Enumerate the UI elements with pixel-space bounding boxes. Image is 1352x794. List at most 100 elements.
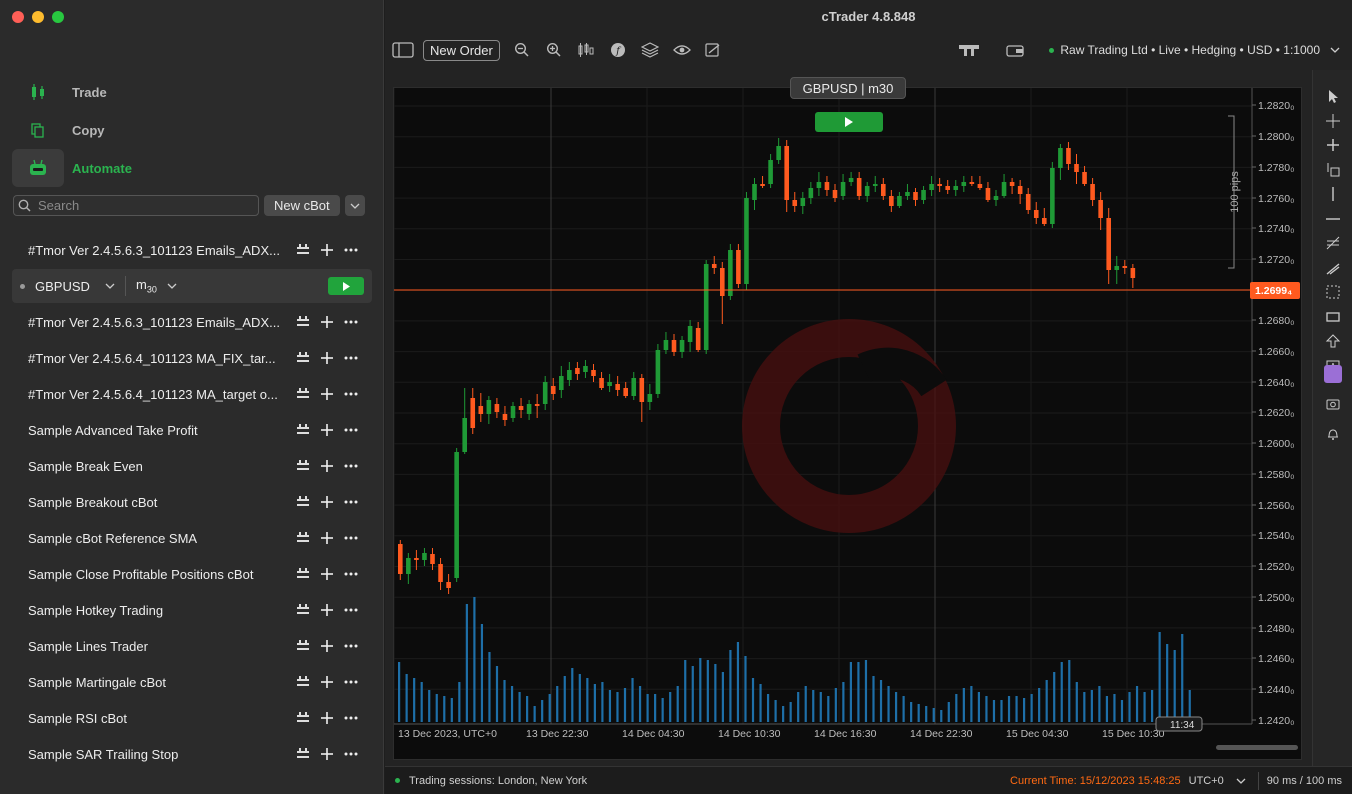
cbot-run-settings-icon[interactable]: [296, 495, 310, 509]
new-order-button[interactable]: New Order: [423, 39, 500, 61]
cbot-run-settings-icon[interactable]: [296, 315, 310, 329]
indicators-button[interactable]: f: [606, 39, 630, 61]
cbot-row[interactable]: Sample Advanced Take Profit: [12, 412, 372, 448]
more-options-icon[interactable]: [344, 711, 358, 725]
add-instance-icon[interactable]: [320, 639, 334, 653]
more-options-icon[interactable]: [344, 387, 358, 401]
cbot-run-settings-icon[interactable]: [296, 351, 310, 365]
add-instance-icon[interactable]: [320, 495, 334, 509]
zoom-out-button[interactable]: [510, 39, 534, 61]
cbot-row[interactable]: Sample Breakout cBot: [12, 484, 372, 520]
nav-automate[interactable]: Automate: [12, 149, 372, 187]
add-instance-icon[interactable]: [320, 423, 334, 437]
add-instance-icon[interactable]: [320, 711, 334, 725]
chart-type-button[interactable]: [574, 39, 598, 61]
price-chart[interactable]: 100 pips 1.2820₀ 1.2800₀ 1.2780₀ 1.2760₀ 1.27…: [393, 87, 1302, 760]
cbot-row[interactable]: #Tmor Ver 2.4.5.6.4_101123 MA_target o..…: [12, 376, 372, 412]
more-options-icon[interactable]: [344, 531, 358, 545]
more-options-icon[interactable]: [344, 603, 358, 617]
cbot-run-settings-icon[interactable]: [296, 387, 310, 401]
more-options-icon[interactable]: [344, 747, 358, 761]
add-instance-icon[interactable]: [320, 387, 334, 401]
more-options-icon[interactable]: [344, 495, 358, 509]
more-options-icon[interactable]: [344, 459, 358, 473]
nav-copy[interactable]: Copy: [12, 111, 372, 149]
more-options-icon[interactable]: [344, 351, 358, 365]
tool-rectangle[interactable]: [1313, 305, 1352, 329]
cbot-run-settings-icon[interactable]: [296, 567, 310, 581]
add-instance-icon[interactable]: [320, 567, 334, 581]
close-window-button[interactable]: [12, 11, 24, 23]
tool-horizontal-line[interactable]: [1313, 207, 1352, 231]
minimize-window-button[interactable]: [32, 11, 44, 23]
tool-magnet[interactable]: [1313, 133, 1352, 157]
cbot-row[interactable]: Sample Lines Trader: [12, 628, 372, 664]
chart-symbol-tag[interactable]: GBPUSD | m30: [790, 77, 906, 99]
new-cbot-button[interactable]: New cBot: [264, 195, 340, 216]
cbot-run-settings-icon[interactable]: [296, 747, 310, 761]
add-instance-icon[interactable]: [320, 747, 334, 761]
cbot-row[interactable]: Sample cBot Reference SMA: [12, 520, 372, 556]
cbot-run-settings-icon[interactable]: [296, 423, 310, 437]
instance-timeframe[interactable]: m30: [136, 277, 157, 295]
timezone-selector[interactable]: UTC+0: [1189, 775, 1224, 787]
chart-settings-button[interactable]: [702, 39, 726, 61]
start-instance-button[interactable]: [328, 277, 364, 295]
visibility-button[interactable]: [670, 39, 694, 61]
nav-trade[interactable]: Trade: [12, 73, 372, 111]
cbot-run-settings-icon[interactable]: [296, 711, 310, 725]
cbot-row[interactable]: #Tmor Ver 2.4.5.6.4_101123 MA_FIX_tar...: [12, 340, 372, 376]
chart-canvas[interactable]: 100 pips 1.2820₀ 1.2800₀ 1.2780₀ 1.2760₀ 1.27…: [393, 88, 1303, 761]
tool-zoom-area[interactable]: [1313, 158, 1352, 182]
layers-button[interactable]: [638, 39, 662, 61]
tool-vertical-line[interactable]: [1313, 182, 1352, 206]
tool-arrow-up[interactable]: [1313, 329, 1352, 353]
wallet-button[interactable]: [1003, 39, 1027, 61]
chart-start-cbot-button[interactable]: [815, 112, 883, 132]
cbot-row[interactable]: #Tmor Ver 2.4.5.6.3_101123 Emails_ADX...: [12, 304, 372, 340]
cbot-run-settings-icon[interactable]: [296, 639, 310, 653]
add-instance-icon[interactable]: [320, 243, 334, 257]
zoom-window-button[interactable]: [52, 11, 64, 23]
more-options-icon[interactable]: [344, 315, 358, 329]
new-cbot-dropdown[interactable]: [344, 195, 365, 216]
add-instance-icon[interactable]: [320, 315, 334, 329]
chart-scrollbar[interactable]: [1216, 745, 1298, 750]
more-options-icon[interactable]: [344, 243, 358, 257]
add-instance-icon[interactable]: [320, 351, 334, 365]
more-options-icon[interactable]: [344, 423, 358, 437]
tool-fibonacci[interactable]: [1313, 231, 1352, 255]
more-options-icon[interactable]: [344, 639, 358, 653]
cbot-run-settings-icon[interactable]: [296, 243, 310, 257]
more-options-icon[interactable]: [344, 567, 358, 581]
cbot-run-settings-icon[interactable]: [296, 459, 310, 473]
add-instance-icon[interactable]: [320, 459, 334, 473]
tool-cursor[interactable]: [1313, 84, 1352, 108]
account-selector[interactable]: Raw Trading Ltd • Live • Hedging • USD •…: [1049, 43, 1340, 57]
cbot-row[interactable]: Sample Hotkey Trading: [12, 592, 372, 628]
instance-symbol[interactable]: GBPUSD: [35, 279, 105, 294]
chevron-down-icon[interactable]: [1236, 778, 1246, 784]
cbot-row[interactable]: Sample Break Even: [12, 448, 372, 484]
zoom-in-button[interactable]: [542, 39, 566, 61]
toggle-sidebar-button[interactable]: [391, 39, 415, 61]
cbot-instance[interactable]: GBPUSD m30: [12, 269, 372, 303]
add-instance-icon[interactable]: [320, 675, 334, 689]
tool-grid[interactable]: [1313, 280, 1352, 304]
tool-bell[interactable]: [1313, 422, 1352, 446]
cbot-row[interactable]: Sample RSI cBot: [12, 700, 372, 736]
tool-camera[interactable]: [1313, 392, 1352, 416]
tradewatch-button[interactable]: [957, 39, 981, 61]
tool-crosshair[interactable]: [1313, 109, 1352, 133]
more-options-icon[interactable]: [344, 675, 358, 689]
cbot-run-settings-icon[interactable]: [296, 603, 310, 617]
add-instance-icon[interactable]: [320, 603, 334, 617]
tool-trendline[interactable]: [1313, 256, 1352, 280]
tool-color[interactable]: [1313, 362, 1352, 386]
cbot-run-settings-icon[interactable]: [296, 531, 310, 545]
cbot-row[interactable]: #Tmor Ver 2.4.5.6.3_101123 Emails_ADX...: [12, 232, 372, 268]
chevron-down-icon[interactable]: [167, 283, 177, 289]
cbot-row[interactable]: Sample Martingale cBot: [12, 664, 372, 700]
chevron-down-icon[interactable]: [105, 283, 115, 289]
search-input[interactable]: Search: [13, 195, 259, 216]
